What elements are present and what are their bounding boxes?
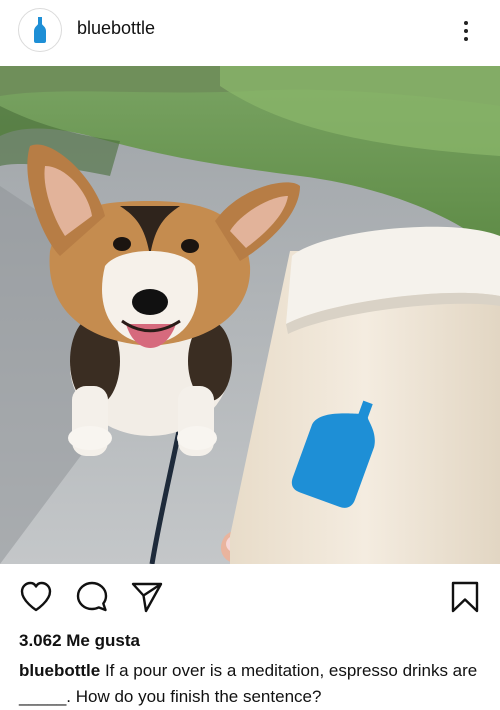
likes-count[interactable]: 3.062 Me gusta [19, 631, 140, 651]
more-options-icon[interactable] [452, 14, 480, 48]
caption-username[interactable]: bluebottle [19, 661, 100, 680]
heart-icon[interactable] [19, 580, 53, 614]
blue-bottle-logo-icon [34, 17, 46, 43]
comment-icon[interactable] [75, 580, 109, 614]
post-photo [0, 66, 500, 564]
post-username[interactable]: bluebottle [77, 18, 155, 39]
post-actions [0, 570, 500, 626]
share-icon[interactable] [130, 580, 164, 614]
post-image[interactable] [0, 66, 500, 564]
post-header: bluebottle [0, 0, 500, 62]
avatar[interactable] [18, 8, 62, 52]
bookmark-icon[interactable] [448, 580, 482, 614]
post-caption: bluebottle If a pour over is a meditatio… [19, 658, 489, 710]
